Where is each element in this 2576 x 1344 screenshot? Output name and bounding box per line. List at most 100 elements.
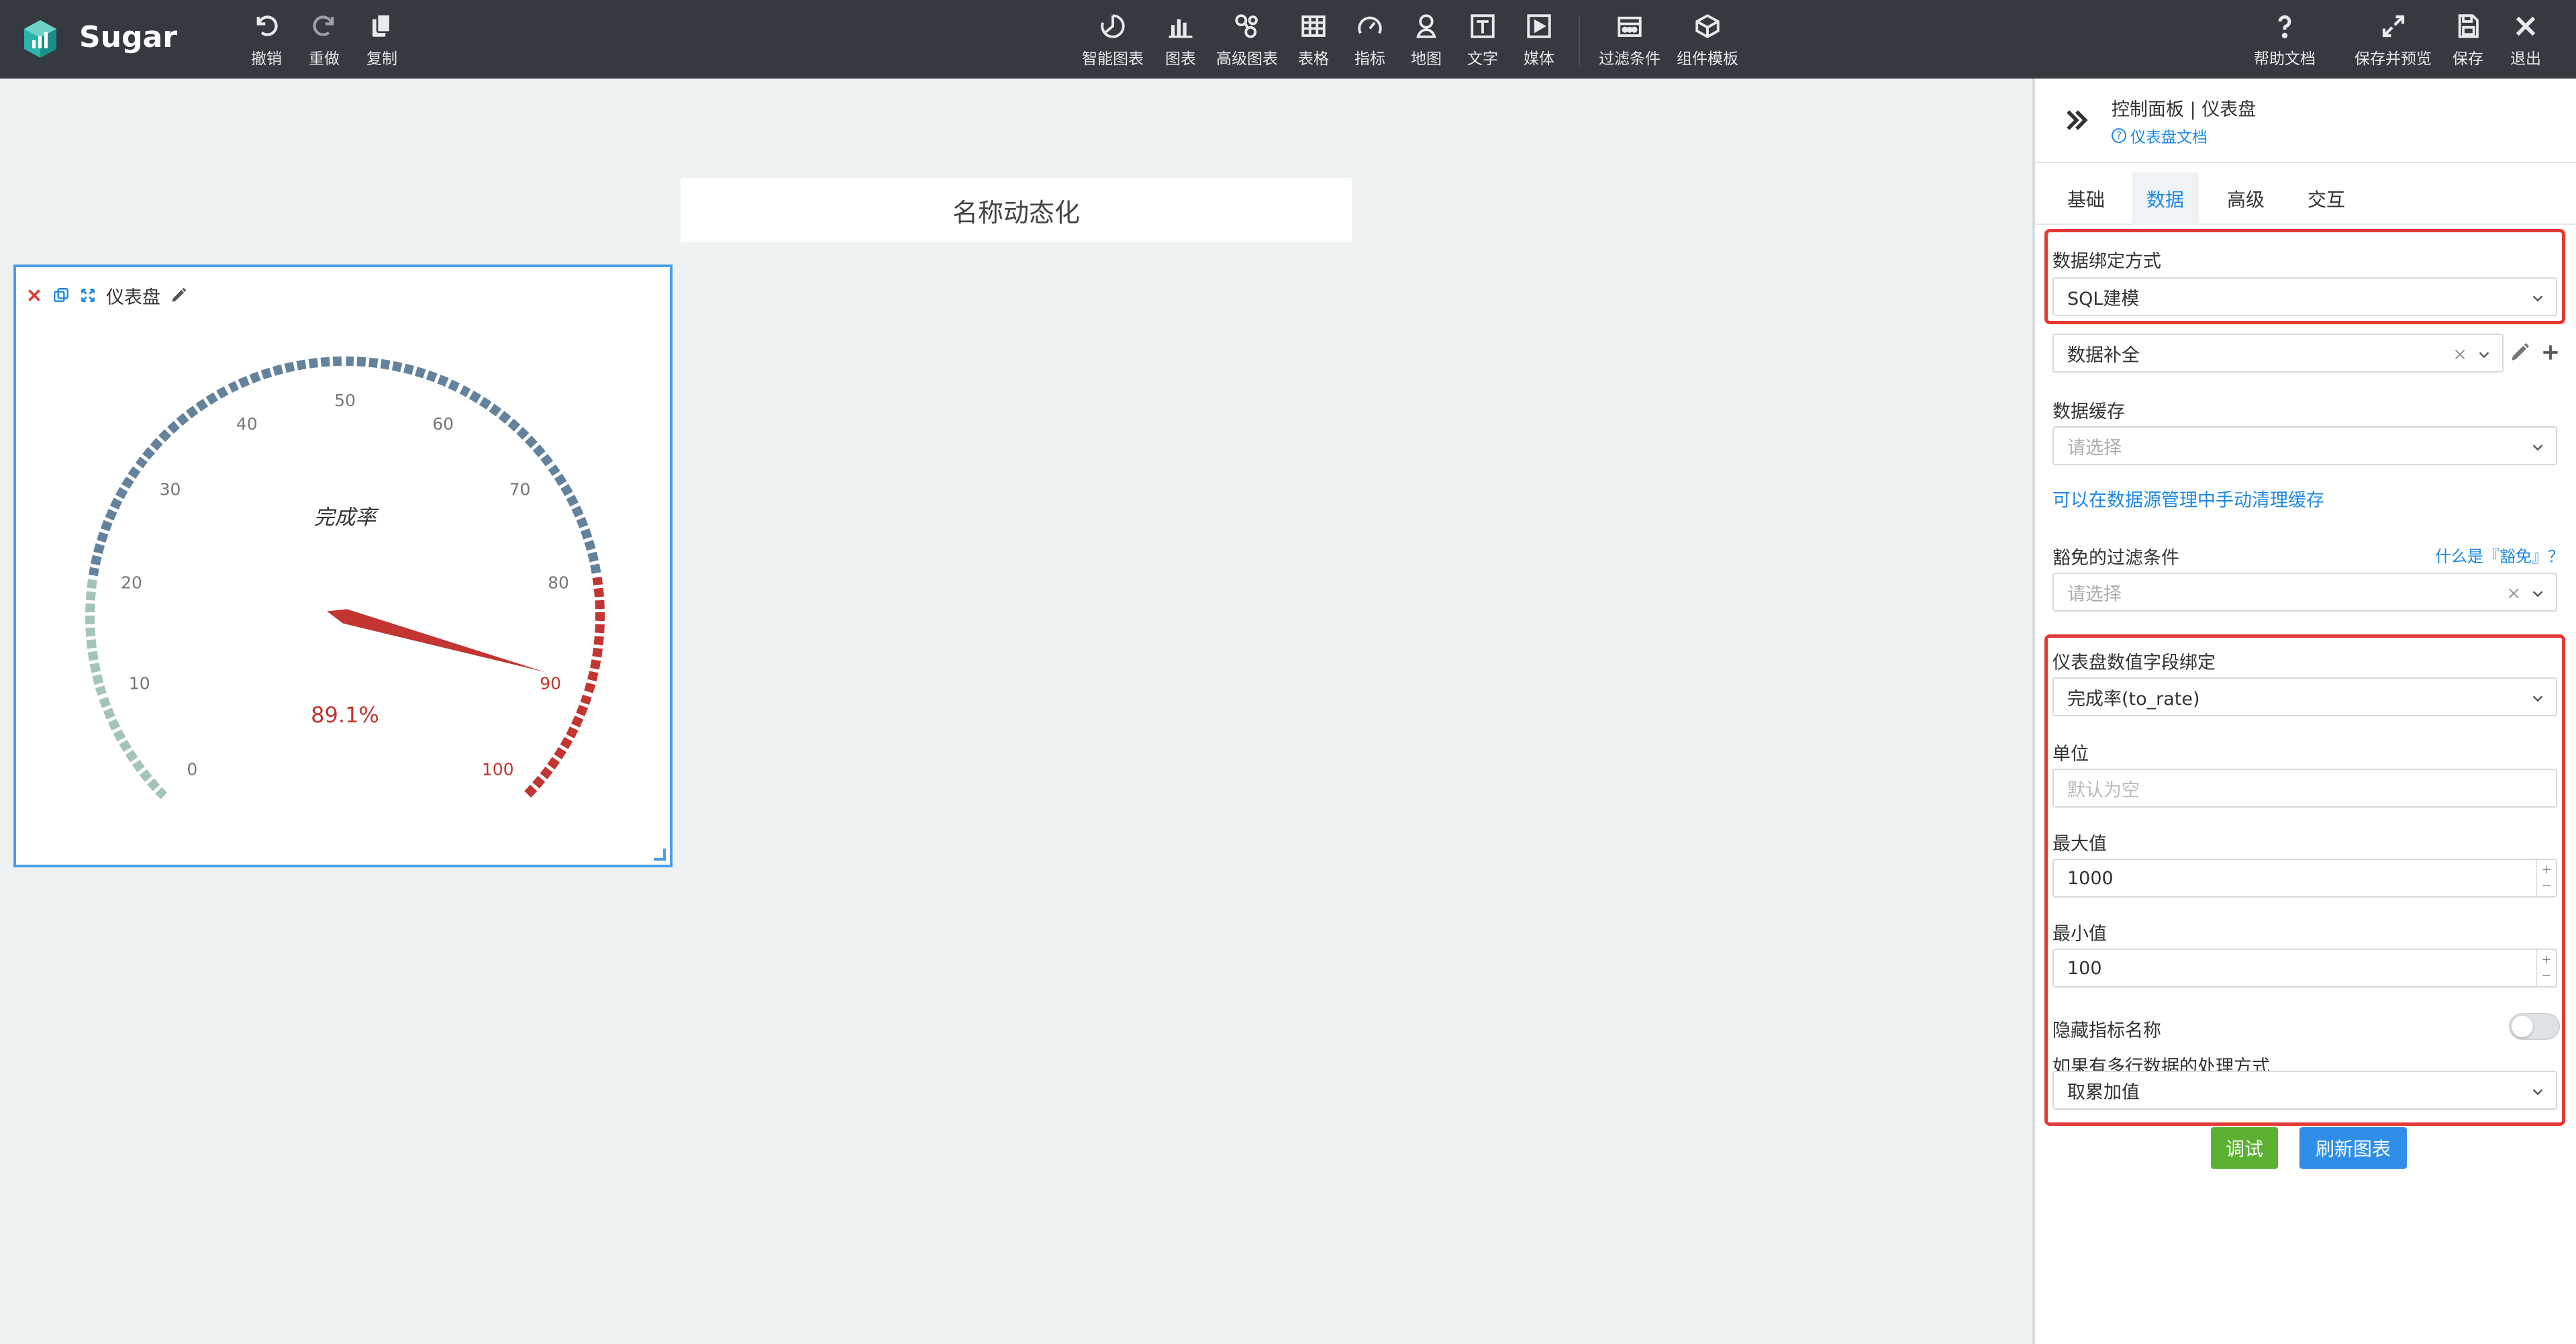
exempt-placeholder: 请选择 <box>2067 583 2122 605</box>
cache-select[interactable]: 请选择 <box>2052 426 2557 465</box>
gauge-arc-segment <box>415 367 426 379</box>
gauge-arc-segment <box>99 696 111 708</box>
gauge-arc-segment <box>554 747 566 760</box>
chart-button[interactable]: 图表 <box>1165 12 1196 68</box>
chevron-down-icon <box>2532 1089 2543 1096</box>
undo-label: 撤销 <box>251 50 282 68</box>
copy-button[interactable]: 复制 <box>366 12 397 68</box>
map-button[interactable]: 地图 <box>1411 12 1442 68</box>
clear-cache-link[interactable]: 可以在数据源管理中手动清理缓存 <box>2052 485 2324 512</box>
gauge-arc-segment <box>576 704 589 717</box>
exempt-filter-label: 豁免的过滤条件 <box>2052 548 2179 569</box>
advanced-chart-button[interactable]: 高级图表 <box>1216 12 1278 68</box>
text-label: 文字 <box>1467 50 1498 68</box>
save-preview-button[interactable]: 保存并预览 <box>2355 12 2432 68</box>
exempt-help-link[interactable]: 什么是『豁免』？ <box>2435 543 2564 567</box>
save-button[interactable]: 保存 <box>2453 12 2483 68</box>
gauge-arc-segment <box>595 599 605 610</box>
dataset-select[interactable]: 数据补全 × <box>2052 334 2504 373</box>
table-icon <box>1301 15 1326 37</box>
collapse-panel-icon[interactable] <box>2062 105 2091 135</box>
unit-input[interactable]: 默认为空 <box>2052 769 2557 808</box>
refresh-chart-button[interactable]: 刷新图表 <box>2299 1127 2407 1169</box>
gauge-tick-label: 50 <box>334 391 356 410</box>
metric-button[interactable]: 指标 <box>1354 12 1385 68</box>
gauge-arc-segment <box>158 429 172 442</box>
gauge-arc-segment <box>524 784 538 798</box>
copy-label: 复制 <box>366 50 397 68</box>
redo-button[interactable]: 重做 <box>309 12 340 68</box>
gauge-arc-segment <box>109 497 123 510</box>
gauge-arc-segment <box>571 716 584 728</box>
canvas-title[interactable]: 名称动态化 <box>681 178 1352 242</box>
value-field-select[interactable]: 完成率(to_rate) <box>2052 677 2557 716</box>
gauge-arc-segment <box>507 418 521 432</box>
gauge-arc-segment <box>150 438 163 451</box>
gauge-arc-segment <box>540 766 553 779</box>
gauge-arc-segment <box>592 647 603 658</box>
gauge-arc-segment <box>87 579 97 589</box>
filter-button[interactable]: 过滤条件 <box>1599 12 1661 68</box>
template-button[interactable]: 组件模板 <box>1677 12 1738 68</box>
number-spinner[interactable]: + − <box>2536 860 2556 896</box>
gauge-arc-segment <box>580 528 593 540</box>
gauge-arc-segment <box>516 426 530 440</box>
help-button[interactable]: 帮助文档 <box>2254 12 2316 68</box>
gauge-arc-segment <box>403 363 415 375</box>
gauge-tick-label: 40 <box>236 414 258 434</box>
template-icon <box>1695 14 1720 38</box>
gauge-arc-segment <box>132 759 145 773</box>
gauge-arc-segment <box>125 750 138 763</box>
media-button[interactable]: 媒体 <box>1524 12 1554 68</box>
save-icon <box>2458 14 2479 38</box>
debug-button[interactable]: 调试 <box>2211 1127 2278 1169</box>
max-value-input[interactable]: 1000 + − <box>2052 859 2557 898</box>
resize-handle[interactable] <box>654 849 666 861</box>
tab-interaction[interactable]: 交互 <box>2293 173 2360 225</box>
tab-advanced[interactable]: 高级 <box>2212 173 2279 225</box>
add-dataset-icon[interactable] <box>2540 342 2561 363</box>
number-spinner[interactable]: + − <box>2536 950 2556 986</box>
gauge-doc-link[interactable]: ? 仪表盘文档 <box>2112 124 2208 147</box>
multi-row-select[interactable]: 取累加值 <box>2052 1071 2557 1110</box>
edit-pencil-icon[interactable] <box>170 287 187 304</box>
gauge-tick-label: 100 <box>482 760 514 779</box>
tab-data[interactable]: 数据 <box>2132 173 2199 225</box>
table-label: 表格 <box>1298 50 1329 68</box>
edit-dataset-icon[interactable] <box>2509 342 2530 363</box>
map-pin-icon <box>1416 14 1436 38</box>
gauge-arc-segment <box>498 411 511 424</box>
text-button[interactable]: 文字 <box>1467 12 1498 68</box>
hide-name-toggle[interactable] <box>2509 1013 2560 1040</box>
duplicate-icon[interactable] <box>52 287 70 304</box>
smart-chart-button[interactable]: 智能图表 <box>1082 12 1144 68</box>
gauge-arc-segment <box>584 540 596 551</box>
table-button[interactable]: 表格 <box>1298 12 1329 68</box>
app-name: Sugar <box>79 20 177 54</box>
help-label: 帮助文档 <box>2254 50 2316 68</box>
gauge-arc-segment <box>566 726 579 739</box>
tab-basic[interactable]: 基础 <box>2052 173 2120 225</box>
min-value-input[interactable]: 100 + − <box>2052 949 2557 988</box>
undo-icon <box>256 15 278 36</box>
gauge-arc-segment <box>356 356 366 367</box>
exit-button[interactable]: 退出 <box>2510 12 2541 68</box>
clear-icon[interactable]: × <box>2453 344 2467 365</box>
filter-icon <box>1618 16 1642 37</box>
gauge-arc-segment <box>147 778 160 791</box>
gauge-arc-segment <box>566 494 579 507</box>
gauge-arc-segment <box>584 682 596 693</box>
gauge-arc-segment <box>92 674 104 685</box>
binding-mode-select[interactable]: SQL建模 <box>2052 277 2557 316</box>
gauge-arc-segment <box>479 397 492 410</box>
gauge-widget[interactable]: 0 10 20 30 40 50 60 70 80 90 100 完成率 89.1% 仪表盘 <box>13 265 673 867</box>
clear-icon[interactable]: × <box>2506 583 2521 604</box>
chart-label: 图表 <box>1165 50 1196 68</box>
exempt-filter-select[interactable]: 请选择 × <box>2052 573 2557 612</box>
fullscreen-icon[interactable] <box>79 287 97 304</box>
delete-icon[interactable] <box>26 287 43 304</box>
sugar-logo-icon <box>24 20 56 58</box>
undo-button[interactable]: 撤销 <box>251 12 282 68</box>
gauge-arc-segment <box>296 359 307 371</box>
gauge-arc-segment <box>524 435 538 448</box>
